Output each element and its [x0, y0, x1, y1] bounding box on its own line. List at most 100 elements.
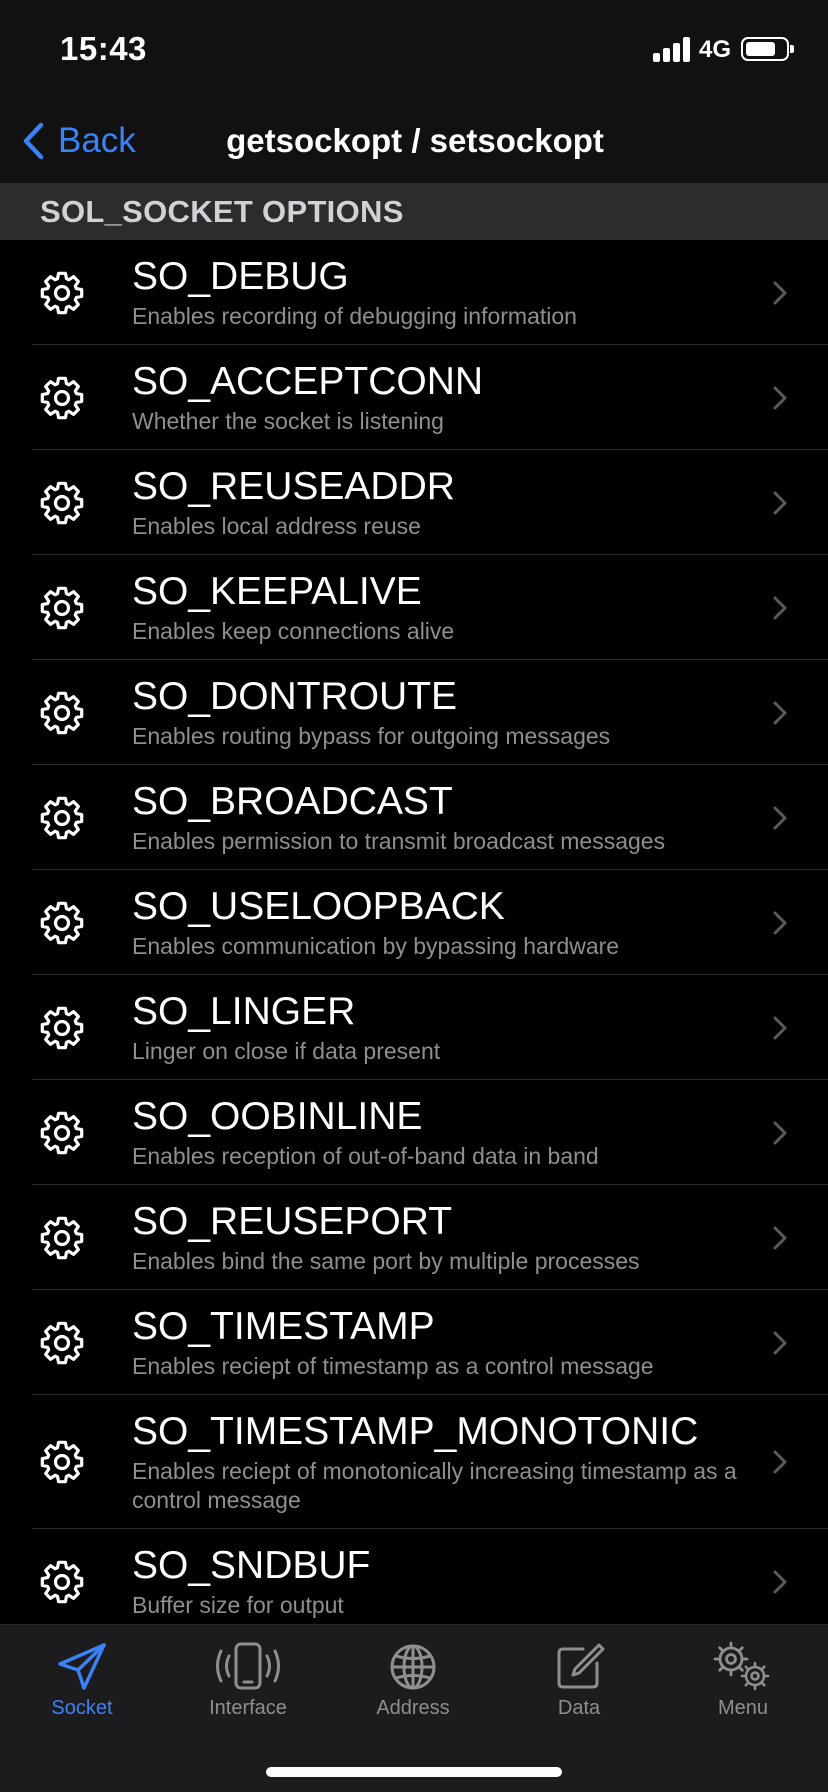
- option-name: SO_ACCEPTCONN: [132, 360, 484, 403]
- option-description: Enables recording of debugging informati…: [132, 303, 577, 329]
- option-row[interactable]: SO_TIMESTAMP Enables reciept of timestamp…: [0, 1290, 828, 1395]
- tab-data[interactable]: Data: [504, 1641, 654, 1720]
- option-text: SO_BROADCAST Enables permission to transm…: [132, 779, 748, 856]
- option-name: SO_DEBUG: [132, 255, 349, 298]
- option-name: SO_OOBINLINE: [132, 1095, 423, 1138]
- chevron-right-icon: [772, 280, 788, 306]
- gear-icon: [38, 794, 86, 842]
- option-row[interactable]: SO_DONTROUTE Enables routing bypass for o…: [0, 660, 828, 765]
- chevron-right-icon: [772, 910, 788, 936]
- option-name: SO_BROADCAST: [132, 780, 453, 823]
- gear-icon: [38, 1319, 86, 1367]
- option-text: SO_REUSEPORT Enables bind the same port b…: [132, 1199, 748, 1276]
- option-description: Buffer size for output: [132, 1592, 344, 1618]
- gear-icon: [38, 1004, 86, 1052]
- option-row[interactable]: SO_KEEPALIVE Enables keep connections ali…: [0, 555, 828, 660]
- option-description: Whether the socket is listening: [132, 408, 444, 434]
- option-row[interactable]: SO_REUSEPORT Enables bind the same port b…: [0, 1185, 828, 1290]
- option-name: SO_SNDBUF: [132, 1544, 371, 1587]
- section-header: SOL_SOCKET OPTIONS: [0, 184, 828, 240]
- tab-interface[interactable]: Interface: [173, 1641, 323, 1720]
- gear-icon: [38, 689, 86, 737]
- option-description: Enables bind the same port by multiple p…: [132, 1248, 640, 1274]
- option-description: Enables reception of out-of-band data in…: [132, 1143, 599, 1169]
- chevron-right-icon: [772, 1015, 788, 1041]
- option-row[interactable]: SO_SNDBUF Buffer size for output: [0, 1529, 828, 1634]
- globe-icon: [390, 1644, 436, 1690]
- gear-icon: [38, 584, 86, 632]
- tab-label: Menu: [717, 1697, 769, 1719]
- gear-icon: [38, 269, 86, 317]
- option-name: SO_TIMESTAMP_MONOTONIC: [132, 1410, 699, 1453]
- chevron-right-icon: [772, 1569, 788, 1595]
- tab-address[interactable]: Address: [338, 1641, 488, 1720]
- chevron-right-icon: [772, 1225, 788, 1251]
- option-description: Enables permission to transmit broadcast…: [132, 828, 666, 854]
- option-row[interactable]: SO_OOBINLINE Enables reception of out-of-…: [0, 1080, 828, 1185]
- chevron-right-icon: [772, 700, 788, 726]
- option-description: Enables routing bypass for outgoing mess…: [132, 723, 611, 749]
- chevron-right-icon: [772, 805, 788, 831]
- chevron-right-icon: [772, 1120, 788, 1146]
- gear-icon: [38, 479, 86, 527]
- gears-icon: [713, 1641, 770, 1691]
- section-title: SOL_SOCKET OPTIONS: [40, 194, 404, 229]
- gear-icon: [38, 374, 86, 422]
- chevron-right-icon: [772, 1449, 788, 1475]
- option-description: Enables reciept of timestamp as a contro…: [132, 1353, 654, 1379]
- option-name: SO_DONTROUTE: [132, 675, 458, 718]
- option-name: SO_KEEPALIVE: [132, 570, 422, 613]
- tab-label: Socket: [51, 1697, 113, 1719]
- option-row[interactable]: SO_TIMESTAMP_MONOTONIC Enables reciept of…: [0, 1395, 828, 1529]
- option-description: Enables communication by bypassing hardw…: [132, 933, 620, 959]
- option-text: SO_OOBINLINE Enables reception of out-of-…: [132, 1094, 748, 1171]
- home-indicator[interactable]: [266, 1767, 562, 1777]
- phone-vibrate-icon: [216, 1642, 280, 1690]
- option-row[interactable]: SO_LINGER Linger on close if data present: [0, 975, 828, 1080]
- option-text: SO_TIMESTAMP Enables reciept of timestamp…: [132, 1304, 748, 1381]
- edit-square-icon: [557, 1643, 605, 1689]
- gear-icon: [38, 1558, 86, 1606]
- option-name: SO_REUSEPORT: [132, 1200, 453, 1243]
- tab-socket[interactable]: Socket: [7, 1641, 157, 1720]
- tab-label: Interface: [209, 1697, 287, 1719]
- option-text: SO_DEBUG Enables recording of debugging i…: [132, 254, 748, 331]
- option-text: SO_SNDBUF Buffer size for output: [132, 1543, 748, 1620]
- gear-icon: [38, 1214, 86, 1262]
- tab-label: Address: [376, 1697, 450, 1719]
- option-name: SO_USELOOPBACK: [132, 885, 505, 928]
- chevron-right-icon: [772, 595, 788, 621]
- option-row[interactable]: SO_USELOOPBACK Enables communication by b…: [0, 870, 828, 975]
- option-description: Enables reciept of monotonically increas…: [132, 1458, 737, 1513]
- option-text: SO_USELOOPBACK Enables communication by b…: [132, 884, 748, 961]
- option-text: SO_LINGER Linger on close if data present: [132, 989, 748, 1066]
- option-name: SO_TIMESTAMP: [132, 1305, 435, 1348]
- option-row[interactable]: SO_REUSEADDR Enables local address reuse: [0, 450, 828, 555]
- chevron-right-icon: [772, 1330, 788, 1356]
- battery-icon: [741, 37, 794, 61]
- cellular-signal-icon: [653, 36, 691, 62]
- option-name: SO_REUSEADDR: [132, 465, 455, 508]
- option-text: SO_KEEPALIVE Enables keep connections ali…: [132, 569, 748, 646]
- option-text: SO_ACCEPTCONN Whether the socket is liste…: [132, 359, 748, 436]
- tab-label: Data: [557, 1697, 601, 1719]
- chevron-right-icon: [772, 490, 788, 516]
- network-type: 4G: [699, 36, 732, 63]
- option-row[interactable]: SO_BROADCAST Enables permission to transm…: [0, 765, 828, 870]
- status-time: 15:43: [60, 30, 147, 67]
- option-description: Enables keep connections alive: [132, 618, 455, 644]
- page-title: getsockopt / setsockopt: [226, 122, 604, 159]
- option-row[interactable]: SO_ACCEPTCONN Whether the socket is liste…: [0, 345, 828, 450]
- option-description: Linger on close if data present: [132, 1038, 441, 1064]
- options-list: SO_DEBUG Enables recording of debugging i…: [0, 240, 828, 1634]
- navigation-bar: Back getsockopt / setsockopt: [0, 100, 828, 184]
- battery-fill: [746, 42, 775, 56]
- option-name: SO_LINGER: [132, 990, 356, 1033]
- tab-menu[interactable]: Menu: [668, 1641, 818, 1720]
- gear-icon: [38, 1109, 86, 1157]
- status-bar: 15:43 4G: [0, 0, 828, 100]
- chevron-right-icon: [772, 385, 788, 411]
- option-description: Enables local address reuse: [132, 513, 421, 539]
- option-text: SO_DONTROUTE Enables routing bypass for o…: [132, 674, 748, 751]
- option-row[interactable]: SO_DEBUG Enables recording of debugging i…: [0, 240, 828, 345]
